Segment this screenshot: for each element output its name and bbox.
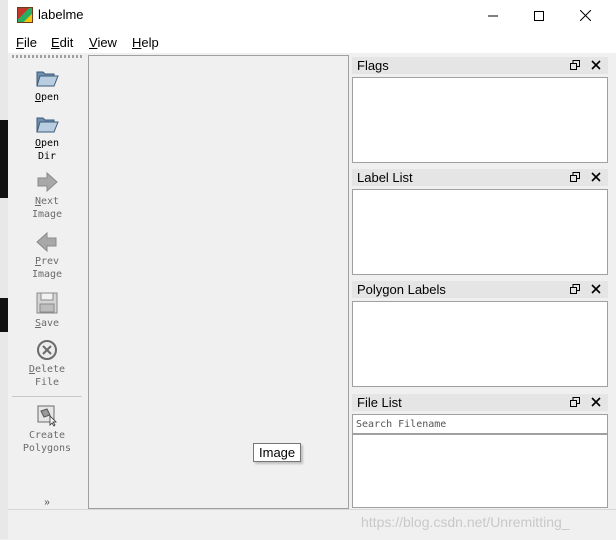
next-image-label-line2: Image — [31, 209, 63, 220]
save-label: ave — [40, 318, 60, 329]
label-list-dock-title: Label List — [357, 170, 413, 185]
float-icon[interactable] — [570, 60, 580, 70]
float-icon[interactable] — [570, 172, 580, 182]
create-polygons-label: Create — [28, 430, 66, 441]
menu-file-label: ile — [23, 35, 37, 50]
close-icon[interactable] — [591, 60, 601, 70]
maximize-button[interactable] — [516, 0, 562, 31]
delete-file-label-line2: File — [34, 377, 60, 388]
float-icon[interactable] — [570, 397, 580, 407]
file-list-dock-header[interactable]: File List — [352, 394, 608, 411]
close-icon[interactable] — [591, 284, 601, 294]
close-icon — [579, 10, 591, 21]
toolbar-extension-button[interactable]: » — [8, 497, 86, 508]
float-icon[interactable] — [570, 284, 580, 294]
label-list[interactable] — [352, 189, 608, 275]
menu-file-accel: F — [16, 35, 24, 50]
image-canvas[interactable] — [88, 55, 349, 509]
open-dir-label: pen — [40, 138, 60, 149]
close-icon[interactable] — [591, 172, 601, 182]
polygon-labels-dock-title: Polygon Labels — [357, 282, 446, 297]
app-icon — [17, 7, 33, 23]
arrow-right-icon — [37, 171, 58, 193]
menu-help[interactable]: Help — [132, 35, 159, 50]
label-list-dock-header[interactable]: Label List — [352, 169, 608, 186]
maximize-icon — [534, 10, 544, 21]
arrow-left-icon — [36, 231, 57, 253]
delete-file-button[interactable]: Delete File — [8, 339, 86, 389]
folder-open-icon — [36, 117, 59, 133]
watermark-text: https://blog.csdn.net/Unremitting_ — [361, 514, 570, 530]
file-search-field[interactable] — [352, 414, 608, 434]
delete-file-label: elete — [34, 364, 66, 375]
prev-image-label-line2: Image — [31, 269, 63, 280]
next-image-button[interactable]: Next Image — [8, 171, 86, 221]
save-icon — [36, 292, 58, 314]
minimize-icon — [488, 15, 498, 16]
flags-dock-title: Flags — [357, 58, 389, 73]
background-terminal — [0, 298, 8, 332]
background-desktop — [0, 0, 8, 539]
file-search-input[interactable] — [353, 415, 607, 434]
menu-help-accel: H — [132, 35, 142, 50]
prev-image-button[interactable]: Prev Image — [8, 231, 86, 281]
canvas-tooltip: Image — [253, 443, 302, 462]
tool-bar: Open Open Dir Next Image Prev Image Save… — [8, 55, 86, 508]
flags-list[interactable] — [352, 77, 608, 163]
folder-open-icon — [36, 71, 59, 87]
minimize-button[interactable] — [470, 0, 516, 31]
close-button[interactable] — [562, 0, 608, 31]
create-polygons-button[interactable]: Create Polygons — [8, 403, 86, 455]
file-list-dock-title: File List — [357, 395, 402, 410]
flags-dock-header[interactable]: Flags — [352, 57, 608, 74]
polygon-labels-dock-header[interactable]: Polygon Labels — [352, 281, 608, 298]
status-bar: https://blog.csdn.net/Unremitting_ — [8, 509, 616, 540]
menu-edit[interactable]: Edit — [51, 35, 73, 50]
prev-image-label: rev — [40, 256, 60, 267]
menu-file[interactable]: File — [16, 35, 37, 50]
window-title: labelme — [38, 7, 84, 22]
menu-view[interactable]: View — [89, 35, 117, 50]
save-button[interactable]: Save — [8, 291, 86, 330]
title-bar: labelme — [8, 0, 616, 31]
menu-bar: File Edit View Help — [8, 31, 616, 53]
open-dir-button[interactable]: Open Dir — [8, 111, 86, 163]
close-icon[interactable] — [591, 397, 601, 407]
menu-edit-label: dit — [59, 35, 74, 50]
file-list[interactable] — [352, 434, 608, 508]
open-button[interactable]: Open — [8, 65, 86, 104]
menu-edit-accel: E — [51, 35, 60, 50]
labelme-window: labelme File Edit View Help Open Open Di… — [8, 0, 616, 540]
menu-help-label: elp — [141, 35, 159, 50]
toolbar-separator — [12, 396, 82, 397]
open-label: pen — [40, 92, 60, 103]
next-image-label: ext — [40, 196, 60, 207]
create-polygons-label-line2: Polygons — [22, 443, 72, 454]
open-dir-label-line2: Dir — [37, 151, 57, 162]
polygon-labels-list[interactable] — [352, 301, 608, 387]
menu-view-label: iew — [97, 35, 117, 50]
polygon-icon — [37, 405, 57, 427]
toolbar-grip[interactable] — [12, 55, 82, 58]
background-terminal — [0, 120, 8, 198]
delete-icon — [37, 340, 57, 360]
